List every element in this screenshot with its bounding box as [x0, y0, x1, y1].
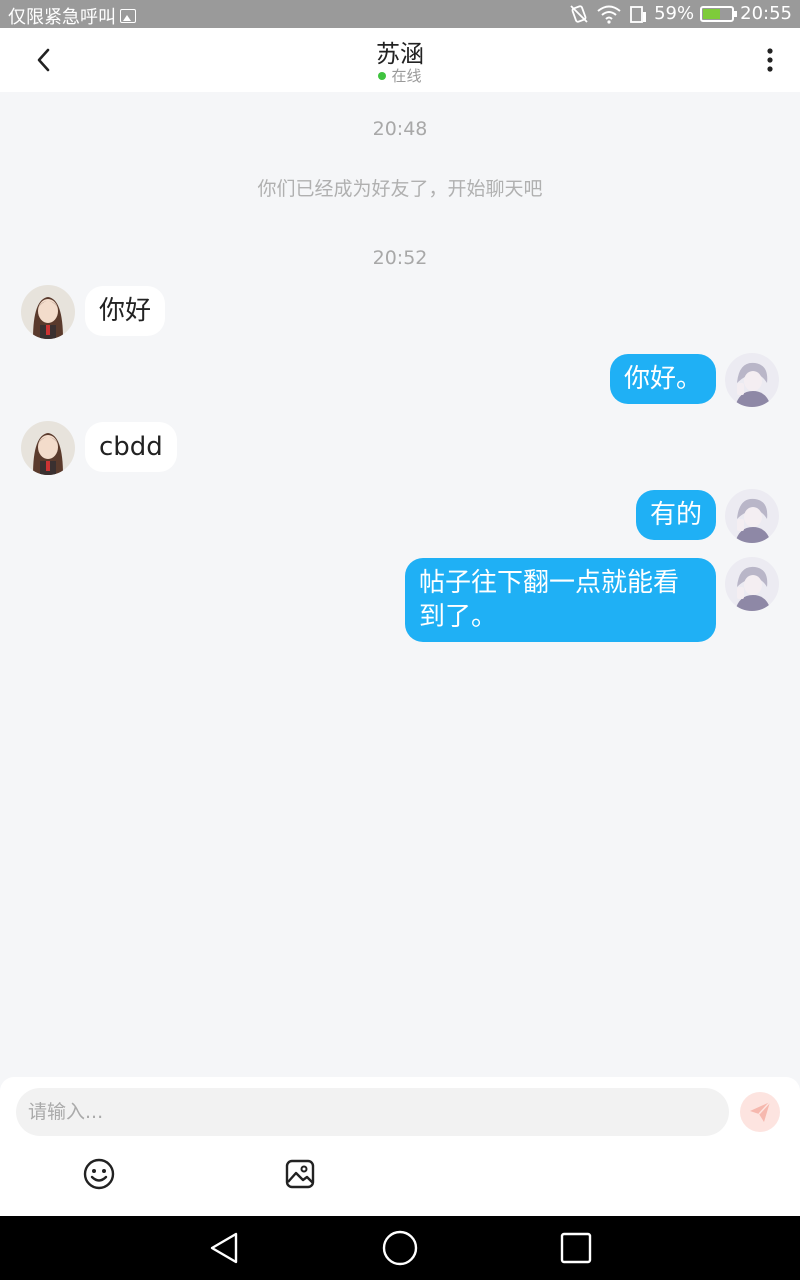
message-list[interactable]: 20:48 你们已经成为好友了，开始聊天吧 20:52 你好 你好。 cbdd … [0, 92, 800, 1077]
contact-avatar[interactable] [21, 421, 75, 475]
timestamp: 20:48 [372, 118, 428, 140]
clock: 20:55 [740, 3, 792, 24]
message-bubble-incoming[interactable]: cbdd [85, 422, 177, 472]
contact-name: 苏涵 [376, 40, 424, 68]
battery-icon [700, 5, 738, 22]
my-avatar[interactable] [725, 557, 779, 611]
system-nav-bar [0, 1216, 800, 1280]
more-button[interactable] [756, 42, 784, 78]
timestamp: 20:52 [372, 247, 428, 269]
nav-home-button[interactable] [382, 1230, 418, 1266]
message-bubble-outgoing[interactable]: 帖子往下翻一点就能看到了。 [405, 558, 716, 642]
online-status: 在线 [0, 65, 800, 86]
online-status-label: 在线 [391, 67, 422, 85]
input-bar [0, 1077, 800, 1216]
message-bubble-incoming[interactable]: 你好 [85, 286, 166, 336]
image-notification-icon [120, 9, 136, 23]
wifi-icon [597, 5, 621, 24]
nav-back-button[interactable] [206, 1230, 242, 1266]
emoji-button[interactable] [82, 1157, 116, 1191]
status-bar: 仅限紧急呼叫 59% 20:55 [0, 0, 800, 28]
my-avatar[interactable] [725, 353, 779, 407]
more-vertical-icon [767, 48, 773, 72]
sim-icon [630, 5, 647, 23]
message-bubble-outgoing[interactable]: 你好。 [609, 354, 716, 404]
nav-recents-button[interactable] [558, 1230, 594, 1266]
emoji-icon [83, 1158, 115, 1190]
image-button[interactable] [283, 1157, 317, 1191]
battery-percent: 59% [654, 3, 695, 24]
circle-home-icon [382, 1230, 418, 1266]
image-icon [285, 1159, 315, 1189]
online-dot-icon [378, 71, 387, 80]
square-recents-icon [560, 1232, 592, 1264]
triangle-back-icon [210, 1232, 238, 1264]
message-bubble-outgoing[interactable]: 有的 [635, 490, 716, 540]
contact-avatar[interactable] [21, 285, 75, 339]
carrier-text: 仅限紧急呼叫 [8, 7, 116, 28]
send-button[interactable] [740, 1092, 780, 1132]
message-input[interactable] [16, 1088, 729, 1136]
chat-header: 苏涵 在线 [0, 28, 800, 92]
send-icon [750, 1101, 771, 1122]
my-avatar[interactable] [725, 489, 779, 543]
vibrate-icon [570, 4, 588, 23]
system-message: 你们已经成为好友了，开始聊天吧 [257, 178, 543, 200]
